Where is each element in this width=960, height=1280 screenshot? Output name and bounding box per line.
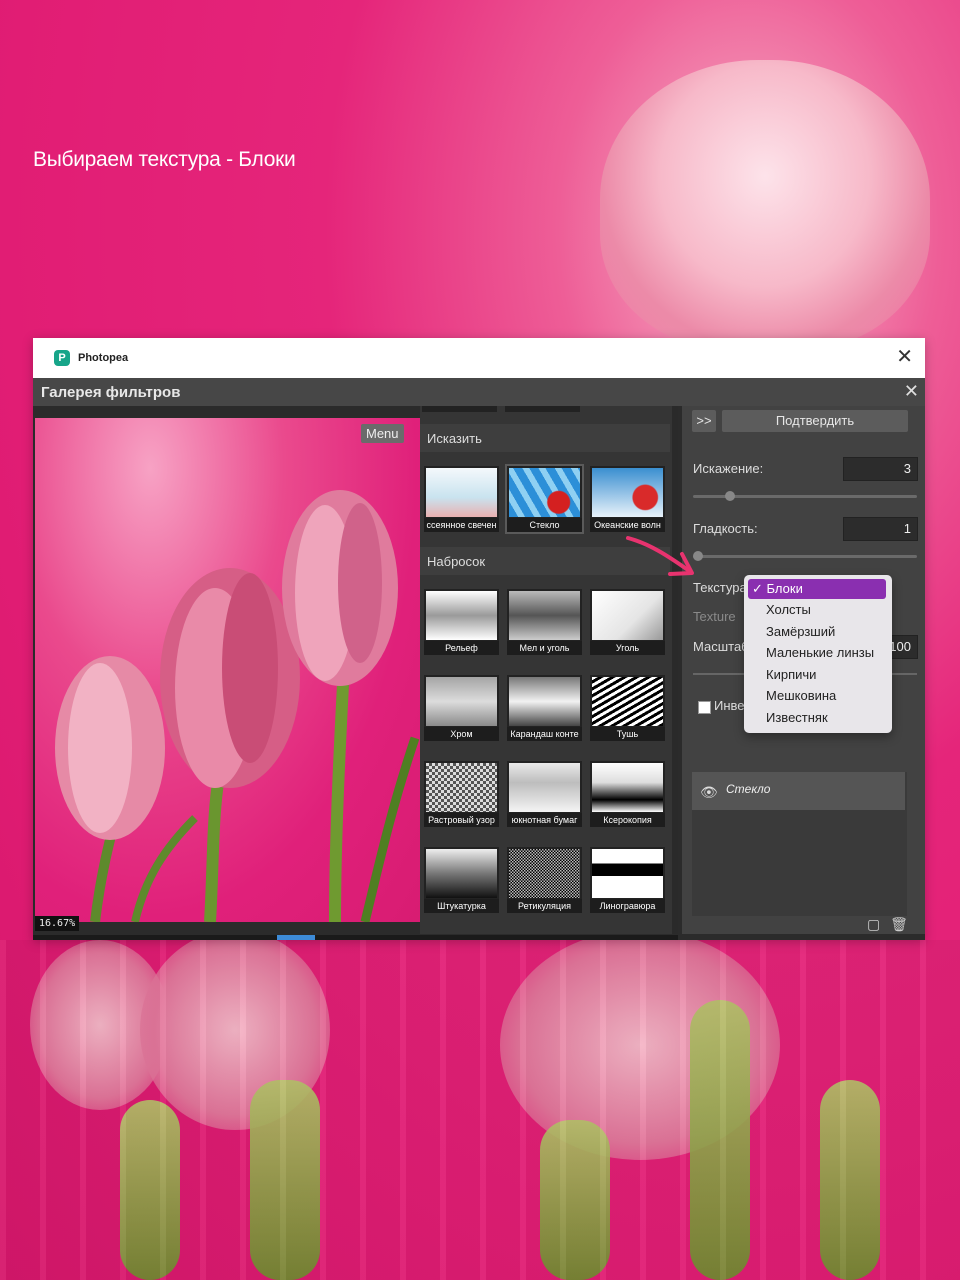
filter-thumb-chalk-charcoal[interactable]: Мел и уголь [507, 589, 582, 655]
preview-menu-button[interactable]: Menu [361, 424, 404, 443]
distortion-slider-knob[interactable] [725, 491, 735, 501]
photopea-logo-icon: P [54, 350, 70, 366]
dialog-header: Галерея фильтров ✕ [33, 378, 925, 406]
panel-actions: ▢ 🗑 [867, 916, 908, 933]
filter-thumb-partial[interactable] [505, 406, 580, 412]
filter-thumb-conte-crayon[interactable]: Карандаш конте [507, 675, 582, 741]
filter-thumb-reticulation[interactable]: Ретикуляция [507, 847, 582, 913]
filter-layers-list: 👁 Стекло [692, 772, 907, 916]
check-icon: ✓ [752, 581, 763, 596]
section-distort[interactable]: Исказить [420, 424, 670, 452]
dialog-close-icon[interactable]: ✕ [904, 381, 919, 402]
filter-thumb-halftone[interactable]: Растровый узор [424, 761, 499, 827]
filter-thumb-bas-relief[interactable]: Рельеф [424, 589, 499, 655]
dropdown-option-frosted[interactable]: Замёрзший [748, 622, 886, 642]
scale-label: Масштаб [693, 639, 749, 654]
dropdown-option-sandstone[interactable]: Известняк [748, 708, 886, 728]
dropdown-option-canvas[interactable]: Холсты [748, 600, 886, 620]
reflection-texture [0, 940, 960, 1280]
dialog-title: Галерея фильтров [41, 383, 181, 401]
eye-icon[interactable]: 👁 [700, 784, 718, 801]
caption-text: Выбираем текстура - Блоки [33, 148, 296, 171]
layer-name: Стекло [726, 782, 771, 796]
dropdown-option-bricks[interactable]: Кирпичи [748, 665, 886, 685]
confirm-button[interactable]: Подтвердить [722, 410, 908, 432]
trash-icon[interactable]: 🗑 [890, 916, 908, 932]
filter-thumb-chrome[interactable]: Хром [424, 675, 499, 741]
distortion-label: Искажение: [693, 461, 764, 476]
distortion-slider[interactable] [693, 491, 917, 501]
smoothness-input[interactable]: 1 [843, 517, 918, 541]
preview-tulips-image [55, 490, 420, 922]
filter-thumb-note-paper[interactable]: юкнотная бумаг [507, 761, 582, 827]
filter-thumb-plaster[interactable]: Штукатурка [424, 847, 499, 913]
texture-dropdown-menu[interactable]: ✓ Блоки Холсты Замёрзший Маленькие линзы… [744, 575, 892, 733]
filter-thumb-ocean-ripple[interactable]: Океанские волн [590, 466, 665, 532]
filter-thumb-charcoal[interactable]: Уголь [590, 589, 665, 655]
dropdown-option-blocks[interactable]: ✓ Блоки [748, 579, 886, 599]
preview-horizontal-scrollbar[interactable] [33, 935, 678, 940]
window-title: Photopea [78, 352, 129, 364]
zoom-level: 16.67% [35, 916, 80, 931]
filter-layer-glass[interactable]: 👁 Стекло [692, 772, 905, 810]
filter-thumb-ink[interactable]: Тушь [590, 675, 665, 741]
window-close-icon[interactable]: ✕ [896, 347, 913, 367]
scrollbar-thumb[interactable] [277, 935, 315, 940]
preview-canvas[interactable]: Menu [35, 418, 420, 922]
filter-thumb-glass[interactable]: Стекло [505, 464, 584, 534]
texture-file-label: Texture [693, 609, 736, 624]
dropdown-option-burlap[interactable]: Мешковина [748, 686, 886, 706]
filter-thumb-stamp[interactable]: Линогравюра [590, 847, 665, 913]
new-layer-icon[interactable]: ▢ [867, 916, 880, 932]
window-titlebar: P Photopea ✕ [33, 338, 925, 378]
filter-gallery-list[interactable]: Исказить ссеянное свечен Стекло Океански… [420, 406, 678, 934]
pointer-arrow-icon [626, 536, 694, 576]
filter-thumb-partial[interactable] [422, 406, 497, 412]
distortion-input[interactable]: 3 [843, 457, 918, 481]
invert-checkbox[interactable] [698, 701, 711, 714]
expand-button[interactable]: >> [692, 410, 716, 432]
background-tulip [600, 60, 930, 350]
dropdown-option-tiny-lens[interactable]: Маленькие линзы [748, 643, 886, 663]
filter-thumb-diffuse-glow[interactable]: ссеянное свечен [424, 466, 499, 532]
filter-thumb-photocopy[interactable]: Ксерокопия [590, 761, 665, 827]
gallery-scrollbar[interactable] [672, 406, 678, 934]
